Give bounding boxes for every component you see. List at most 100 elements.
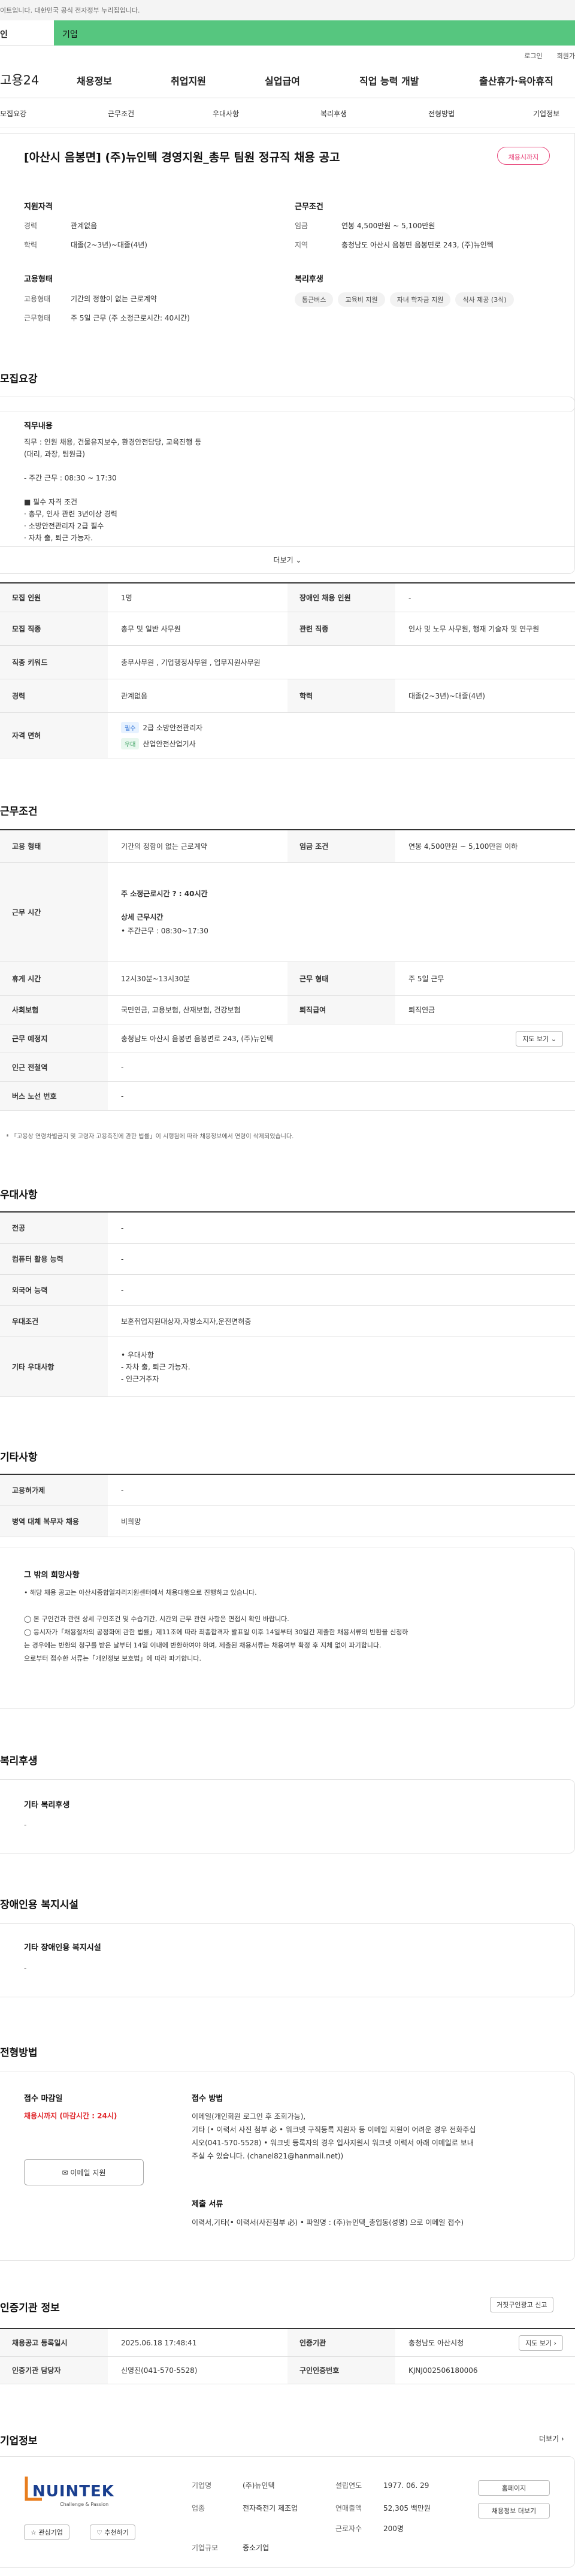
table-row: 모집 인원 1명 장애인 채용 인원 - <box>0 583 575 612</box>
tab-company[interactable]: 기업 <box>54 20 575 46</box>
company-name-row: 기업명 (주)뉴인텍 <box>192 2480 275 2490</box>
snav-work[interactable]: 근무조건 <box>108 108 134 119</box>
count-value: 1명 <box>121 594 132 602</box>
edu-summary: 학력 대졸(2~3년)~대졸(4년) <box>24 240 147 250</box>
report-button[interactable]: 거짓구인광고 신고 <box>490 2297 554 2312</box>
snav-recruit[interactable]: 모집요강 <box>0 108 26 119</box>
table-row: 근무 시간 주 소정근로시간 ? : 40시간 상세 근무시간 • 주간근무 : … <box>0 863 575 962</box>
nav-training[interactable]: 직업 능력 개발 <box>359 73 419 87</box>
wage-value: 연봉 4,500만원 ~ 5,100만원 <box>341 222 435 230</box>
nav-leave[interactable]: 출산휴가·육아휴직 <box>479 73 553 87</box>
table-row: 전공 - <box>0 1213 575 1244</box>
required-badge: 필수 <box>121 721 140 733</box>
welfare-chip: 통근버스 <box>295 292 334 307</box>
other-info-heading: 그 밖의 희망사항 <box>24 1571 80 1580</box>
docs-heading: 제출 서류 <box>192 2200 223 2209</box>
nav-recruit[interactable]: 채용정보 <box>77 73 112 87</box>
tab-personal[interactable]: 인 <box>0 20 54 46</box>
emp-value: 기간의 정함이 없는 근로계약 <box>121 842 207 851</box>
industry-value: 전자축전기 제조업 <box>243 2504 298 2512</box>
deadline-badge: 채용시까지 <box>497 147 550 165</box>
rest-value: 12시30분~13시30분 <box>121 975 190 983</box>
pc-key: 컴퓨터 활용 능력 <box>0 1244 108 1274</box>
disabled-heading: 장애인용 복지시설 <box>0 1899 79 1911</box>
recommend-button[interactable]: ♡ 추천하기 <box>90 2524 135 2540</box>
reg-value: 2025.06.18 17:48:41 <box>121 2338 197 2347</box>
work-heading: 근무조건 <box>0 806 38 818</box>
insurance-key: 사회보험 <box>0 996 108 1024</box>
emptype-key: 고용형태 <box>24 295 51 303</box>
area-value: 충청남도 아산시 음봉면 음봉면로 243, (주)뉴인텍 <box>341 241 494 249</box>
military-value: 비희망 <box>121 1517 141 1526</box>
career-value: 관계없음 <box>71 222 98 230</box>
area-key: 지역 <box>295 241 308 249</box>
employees-key: 근로자수 <box>335 2524 362 2533</box>
military-key: 병역 대체 복무자 채용 <box>0 1506 108 1537</box>
subway-value: - <box>121 1063 124 1072</box>
report-wrap: 거짓구인광고 신고 <box>490 2297 554 2312</box>
jobs-wrap: 채용정보 더보기 <box>478 2503 550 2518</box>
table-row: 모집 직종 총무 및 일반 사무원 관련 직종 인사 및 노무 사무원, 행재 기술… <box>0 612 575 646</box>
gov-notice-text: 이트입니다. 대한민국 공식 전자정부 누리집입니다. <box>0 7 140 14</box>
signup-link[interactable]: 회원가 <box>557 52 575 60</box>
company-logo: NUINTEK Challenge & Passion <box>24 2474 138 2510</box>
duty-more-button[interactable]: 더보기 ⌄ <box>0 546 575 573</box>
area-summary: 지역 충청남도 아산시 음봉면 음봉면로 243, (주)뉴인텍 <box>295 240 494 250</box>
docs-value: 이력서,기타(• 이력서(사진첨부 必) • 파일명 : (주)뉴인텍_총입동(… <box>192 2218 464 2227</box>
snav-apply[interactable]: 전형방법 <box>428 108 455 119</box>
pref-table: 전공 - 컴퓨터 활용 능력 - 외국어 능력 - 우대조건 보훈취업지원대상자,자방소… <box>0 1211 575 1397</box>
welfare-etc-value: - <box>24 1821 27 1829</box>
wage-value: 연봉 4,500만원 ~ 5,100만원 이하 <box>408 842 518 851</box>
insurance-value: 국민연금, 고용보험, 산재보험, 건강보험 <box>121 1006 241 1014</box>
size-value: 중소기업 <box>243 2544 270 2552</box>
more-jobs-button[interactable]: 채용정보 더보기 <box>478 2503 550 2518</box>
apply-heading: 전형방법 <box>0 2047 38 2059</box>
snav-company[interactable]: 기업정보 <box>533 108 559 119</box>
time-detail-text: • 주간근무 : 08:30~17:30 <box>121 927 208 935</box>
place-key: 근무 예정지 <box>0 1024 108 1053</box>
duty-text: 직무 : 인원 채용, 건물유지보수, 환경안전담당, 교육진행 등 (대리, … <box>24 438 202 542</box>
snav-pref[interactable]: 우대사항 <box>213 108 239 119</box>
table-row: 고용 형태 기간의 정함이 없는 근로계약 임금 조건 연봉 4,500만원 ~ 5… <box>0 830 575 863</box>
email-apply-button[interactable]: ✉ 이메일 지원 <box>24 2159 144 2185</box>
type-value: 주 5일 근무 <box>408 975 444 983</box>
etc-pref-key: 기타 우대사항 <box>0 1337 108 1396</box>
org-map-button[interactable]: 지도 보기 › <box>519 2335 563 2351</box>
size-row: 기업규모 중소기업 <box>192 2542 269 2553</box>
global-nav: 고용24 채용정보 취업지원 실업급여 직업 능력 개발 출산휴가·육아휴직 <box>0 64 575 98</box>
type-key: 근무 형태 <box>288 962 395 995</box>
nav-unemployment[interactable]: 실업급여 <box>265 73 300 87</box>
table-row: 기타 우대사항 • 우대사항 - 자차 출, 퇴근 가능자. - 인근거주자 <box>0 1337 575 1397</box>
login-link[interactable]: 로그인 <box>524 52 542 60</box>
keyword-key: 직종 키워드 <box>0 646 108 679</box>
other-info-text: • 해당 채용 공고는 아산시종합일자리지원센터에서 채용대행으로 진행하고 있… <box>24 1589 408 1662</box>
worktype-summary: 근무형태 주 5일 근무 (주 소정근로시간: 40시간) <box>24 313 190 323</box>
manager-key: 인증기관 담당자 <box>0 2357 108 2384</box>
nav-employment-support[interactable]: 취업지원 <box>171 73 206 87</box>
weekly-hours: 주 소정근로시간 ? : 40시간 <box>121 890 208 898</box>
work-table: 고용 형태 기간의 정함이 없는 근로계약 임금 조건 연봉 4,500만원 ~ 5… <box>0 829 575 1111</box>
preferred-badge: 우대 <box>121 737 140 749</box>
est-value: 1977. 06. 29 <box>383 2481 429 2490</box>
welfare-box <box>0 1779 575 1854</box>
table-row: 경력 관계없음 학력 대졸(2~3년)~대졸(4년) <box>0 679 575 713</box>
site-logo[interactable]: 고용24 <box>0 71 39 89</box>
method-heading: 접수 방법 <box>192 2094 223 2103</box>
favorite-company-button[interactable]: ☆ 관심기업 <box>24 2524 69 2540</box>
company-more-link[interactable]: 더보기 › <box>539 2433 564 2444</box>
career-key: 경력 <box>24 222 38 230</box>
place-value: 충청남도 아산시 음봉면 음봉면로 243, (주)뉴인텍 <box>121 1035 273 1043</box>
related-key: 관련 직종 <box>288 612 395 645</box>
homepage-button[interactable]: 홈페이지 <box>478 2480 550 2496</box>
agency-table: 채용공고 등록일시 2025.06.18 17:48:41 인증기관 충청남도 아산… <box>0 2328 575 2384</box>
table-row: 사회보험 국민연금, 고용보험, 산재보험, 건강보험 퇴직급여 퇴직연금 <box>0 996 575 1024</box>
map-button[interactable]: 지도 보기 ⌄ <box>516 1030 563 1047</box>
sales-row: 연매출액 52,305 백만원 <box>335 2503 431 2513</box>
rest-key: 휴게 시간 <box>0 962 108 995</box>
snav-welfare[interactable]: 복리후생 <box>320 108 347 119</box>
cond-value: 보훈취업지원대상자,자방소지자,운전면허증 <box>121 1317 252 1326</box>
worktype-key: 근무형태 <box>24 314 51 322</box>
company-heading: 기업정보 <box>0 2435 38 2447</box>
other-table: 고용허가제 - 병역 대체 복무자 채용 비희망 <box>0 1474 575 1537</box>
cond-key: 우대조건 <box>0 1306 108 1337</box>
